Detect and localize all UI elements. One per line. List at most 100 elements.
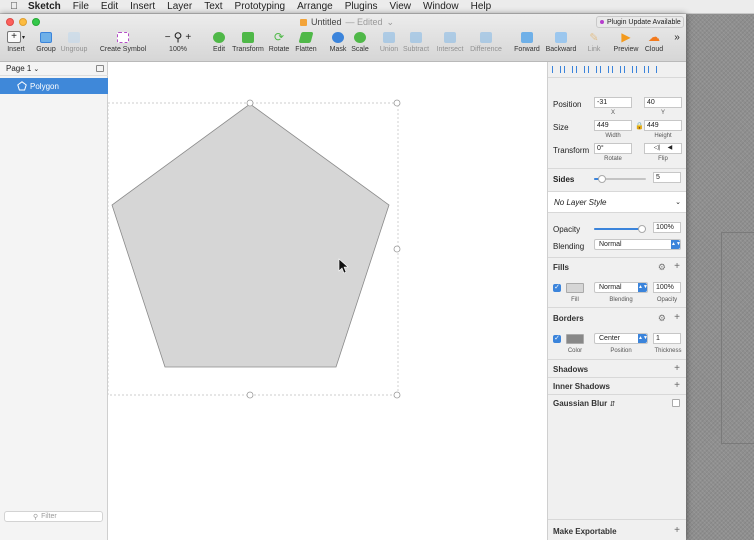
fill-color-swatch[interactable] — [566, 283, 584, 293]
position-x-input[interactable]: -31 — [594, 97, 632, 108]
align-middle-icon[interactable] — [612, 66, 621, 73]
ungroup-button[interactable]: Ungroup — [60, 30, 88, 58]
menu-plugins[interactable]: Plugins — [345, 0, 378, 14]
distribute-vertical-icon[interactable] — [636, 66, 645, 73]
opacity-input[interactable]: 100% — [653, 222, 681, 233]
flip-vertical-icon[interactable]: ◀ — [668, 145, 673, 151]
align-top-icon[interactable] — [600, 66, 609, 73]
menu-insert[interactable]: Insert — [130, 0, 155, 14]
menu-prototyping[interactable]: Prototyping — [235, 0, 286, 14]
border-thickness-input[interactable]: 1 — [653, 333, 681, 344]
canvas[interactable] — [107, 62, 547, 540]
backward-button[interactable]: Backward — [544, 30, 578, 58]
flip-horizontal-icon[interactable]: ◁| — [654, 145, 660, 151]
mask-button[interactable]: Mask — [328, 30, 348, 58]
add-inner-shadow-button[interactable]: + — [674, 381, 680, 391]
link-button[interactable]: ✎ Link — [584, 30, 604, 58]
insert-button[interactable]: + ▾ Insert — [4, 30, 28, 58]
opacity-slider-knob[interactable] — [638, 225, 646, 233]
menu-arrange[interactable]: Arrange — [297, 0, 333, 14]
lock-icon[interactable]: 🔒 — [635, 122, 644, 130]
flatten-button[interactable]: Flatten — [294, 30, 318, 58]
plugin-update-badge[interactable]: Plugin Update Available — [596, 16, 684, 28]
width-input[interactable]: 449 — [594, 120, 632, 131]
tidy-icon[interactable] — [648, 66, 657, 73]
close-window-button[interactable] — [6, 18, 14, 26]
align-center-icon[interactable] — [564, 66, 573, 73]
cloud-button[interactable]: ☁ Cloud — [642, 30, 666, 58]
align-bottom-icon[interactable] — [624, 66, 633, 73]
resize-handle-top[interactable] — [246, 99, 254, 107]
add-export-button[interactable]: + — [674, 526, 680, 536]
align-right-icon[interactable] — [576, 66, 585, 73]
zoom-window-button[interactable] — [32, 18, 40, 26]
gear-icon[interactable]: ⚙ — [658, 313, 666, 323]
layer-filter-input[interactable]: ⚲ Filter — [4, 511, 103, 522]
blending-select[interactable]: Normal ▲▼ — [594, 239, 681, 250]
flip-control[interactable]: ◁| ◀ — [644, 143, 682, 154]
toolbar-overflow-button[interactable]: » — [670, 30, 684, 58]
add-shadow-button[interactable]: + — [674, 364, 680, 374]
group-label: Group — [36, 46, 56, 53]
rotate-button[interactable]: ⟳ Rotate — [268, 30, 290, 58]
menu-app-sketch[interactable]: Sketch — [28, 0, 61, 14]
document-title[interactable]: Untitled — Edited ⌄ — [300, 16, 394, 28]
create-symbol-button[interactable]: Create Symbol — [98, 30, 148, 58]
subtract-button[interactable]: Subtract — [402, 30, 430, 58]
sides-slider[interactable] — [594, 175, 646, 183]
zoom-control[interactable]: − ⚲ + 100% — [158, 30, 198, 58]
transform-button[interactable]: Transform — [232, 30, 264, 58]
fill-enabled-checkbox[interactable]: ✓ — [553, 284, 561, 292]
menu-view[interactable]: View — [390, 0, 412, 14]
opacity-slider[interactable] — [594, 225, 646, 233]
rotate-label: Rotate — [268, 46, 290, 53]
menu-file[interactable]: File — [73, 0, 89, 14]
position-y-input[interactable]: 40 — [644, 97, 682, 108]
group-button[interactable]: Group — [34, 30, 58, 58]
gaussian-blur-checkbox[interactable] — [672, 399, 680, 407]
minimize-window-button[interactable] — [19, 18, 27, 26]
preview-button[interactable]: ▶ Preview — [612, 30, 640, 58]
difference-button[interactable]: Difference — [468, 30, 504, 58]
add-fill-button[interactable]: + — [674, 262, 680, 272]
gear-icon[interactable]: ⚙ — [658, 262, 666, 272]
menu-layer[interactable]: Layer — [167, 0, 192, 14]
divider — [548, 168, 686, 169]
height-input[interactable]: 449 — [644, 120, 682, 131]
make-exportable-title[interactable]: Make Exportable — [553, 527, 617, 536]
forward-button[interactable]: Forward — [512, 30, 542, 58]
border-enabled-checkbox[interactable]: ✓ — [553, 335, 561, 343]
add-border-button[interactable]: + — [674, 313, 680, 323]
border-color-swatch[interactable] — [566, 334, 584, 344]
menu-text[interactable]: Text — [204, 0, 222, 14]
resize-handle-bottom-right[interactable] — [393, 391, 401, 399]
edit-button[interactable]: Edit — [208, 30, 230, 58]
sides-input[interactable]: 5 — [653, 172, 681, 183]
menu-edit[interactable]: Edit — [101, 0, 118, 14]
union-button[interactable]: Union — [378, 30, 400, 58]
layer-item[interactable]: Polygon — [0, 78, 108, 94]
scale-button[interactable]: Scale — [350, 30, 370, 58]
resize-handle-bottom[interactable] — [246, 391, 254, 399]
distribute-horizontal-icon[interactable] — [588, 66, 597, 73]
resize-handle-right[interactable] — [393, 245, 401, 253]
border-position-select[interactable]: Center ▲▼ — [594, 333, 648, 344]
rotate-label: Rotate — [604, 156, 622, 162]
layer-style-selector[interactable]: No Layer Style ⌄ — [548, 191, 686, 213]
menu-help[interactable]: Help — [471, 0, 492, 14]
polygon-shape[interactable] — [111, 103, 390, 368]
apple-icon[interactable]:  — [0, 0, 28, 14]
menu-window[interactable]: Window — [423, 0, 459, 14]
intersect-button[interactable]: Intersect — [434, 30, 466, 58]
rotate-input[interactable]: 0° — [594, 143, 632, 154]
page-selector[interactable]: Page 1 ⌄ — [0, 62, 108, 76]
gaussian-blur-section-title[interactable]: Gaussian Blur ⇵ — [553, 399, 615, 408]
align-left-icon[interactable] — [552, 66, 561, 73]
fill-opacity-input[interactable]: 100% — [653, 282, 681, 293]
page-name: Page 1 — [6, 64, 32, 73]
transform-icon — [240, 30, 256, 44]
add-page-icon[interactable] — [96, 65, 104, 72]
fill-blending-select[interactable]: Normal ▲▼ — [594, 282, 648, 293]
sides-slider-knob[interactable] — [597, 175, 606, 183]
resize-handle-top-right[interactable] — [393, 99, 401, 107]
